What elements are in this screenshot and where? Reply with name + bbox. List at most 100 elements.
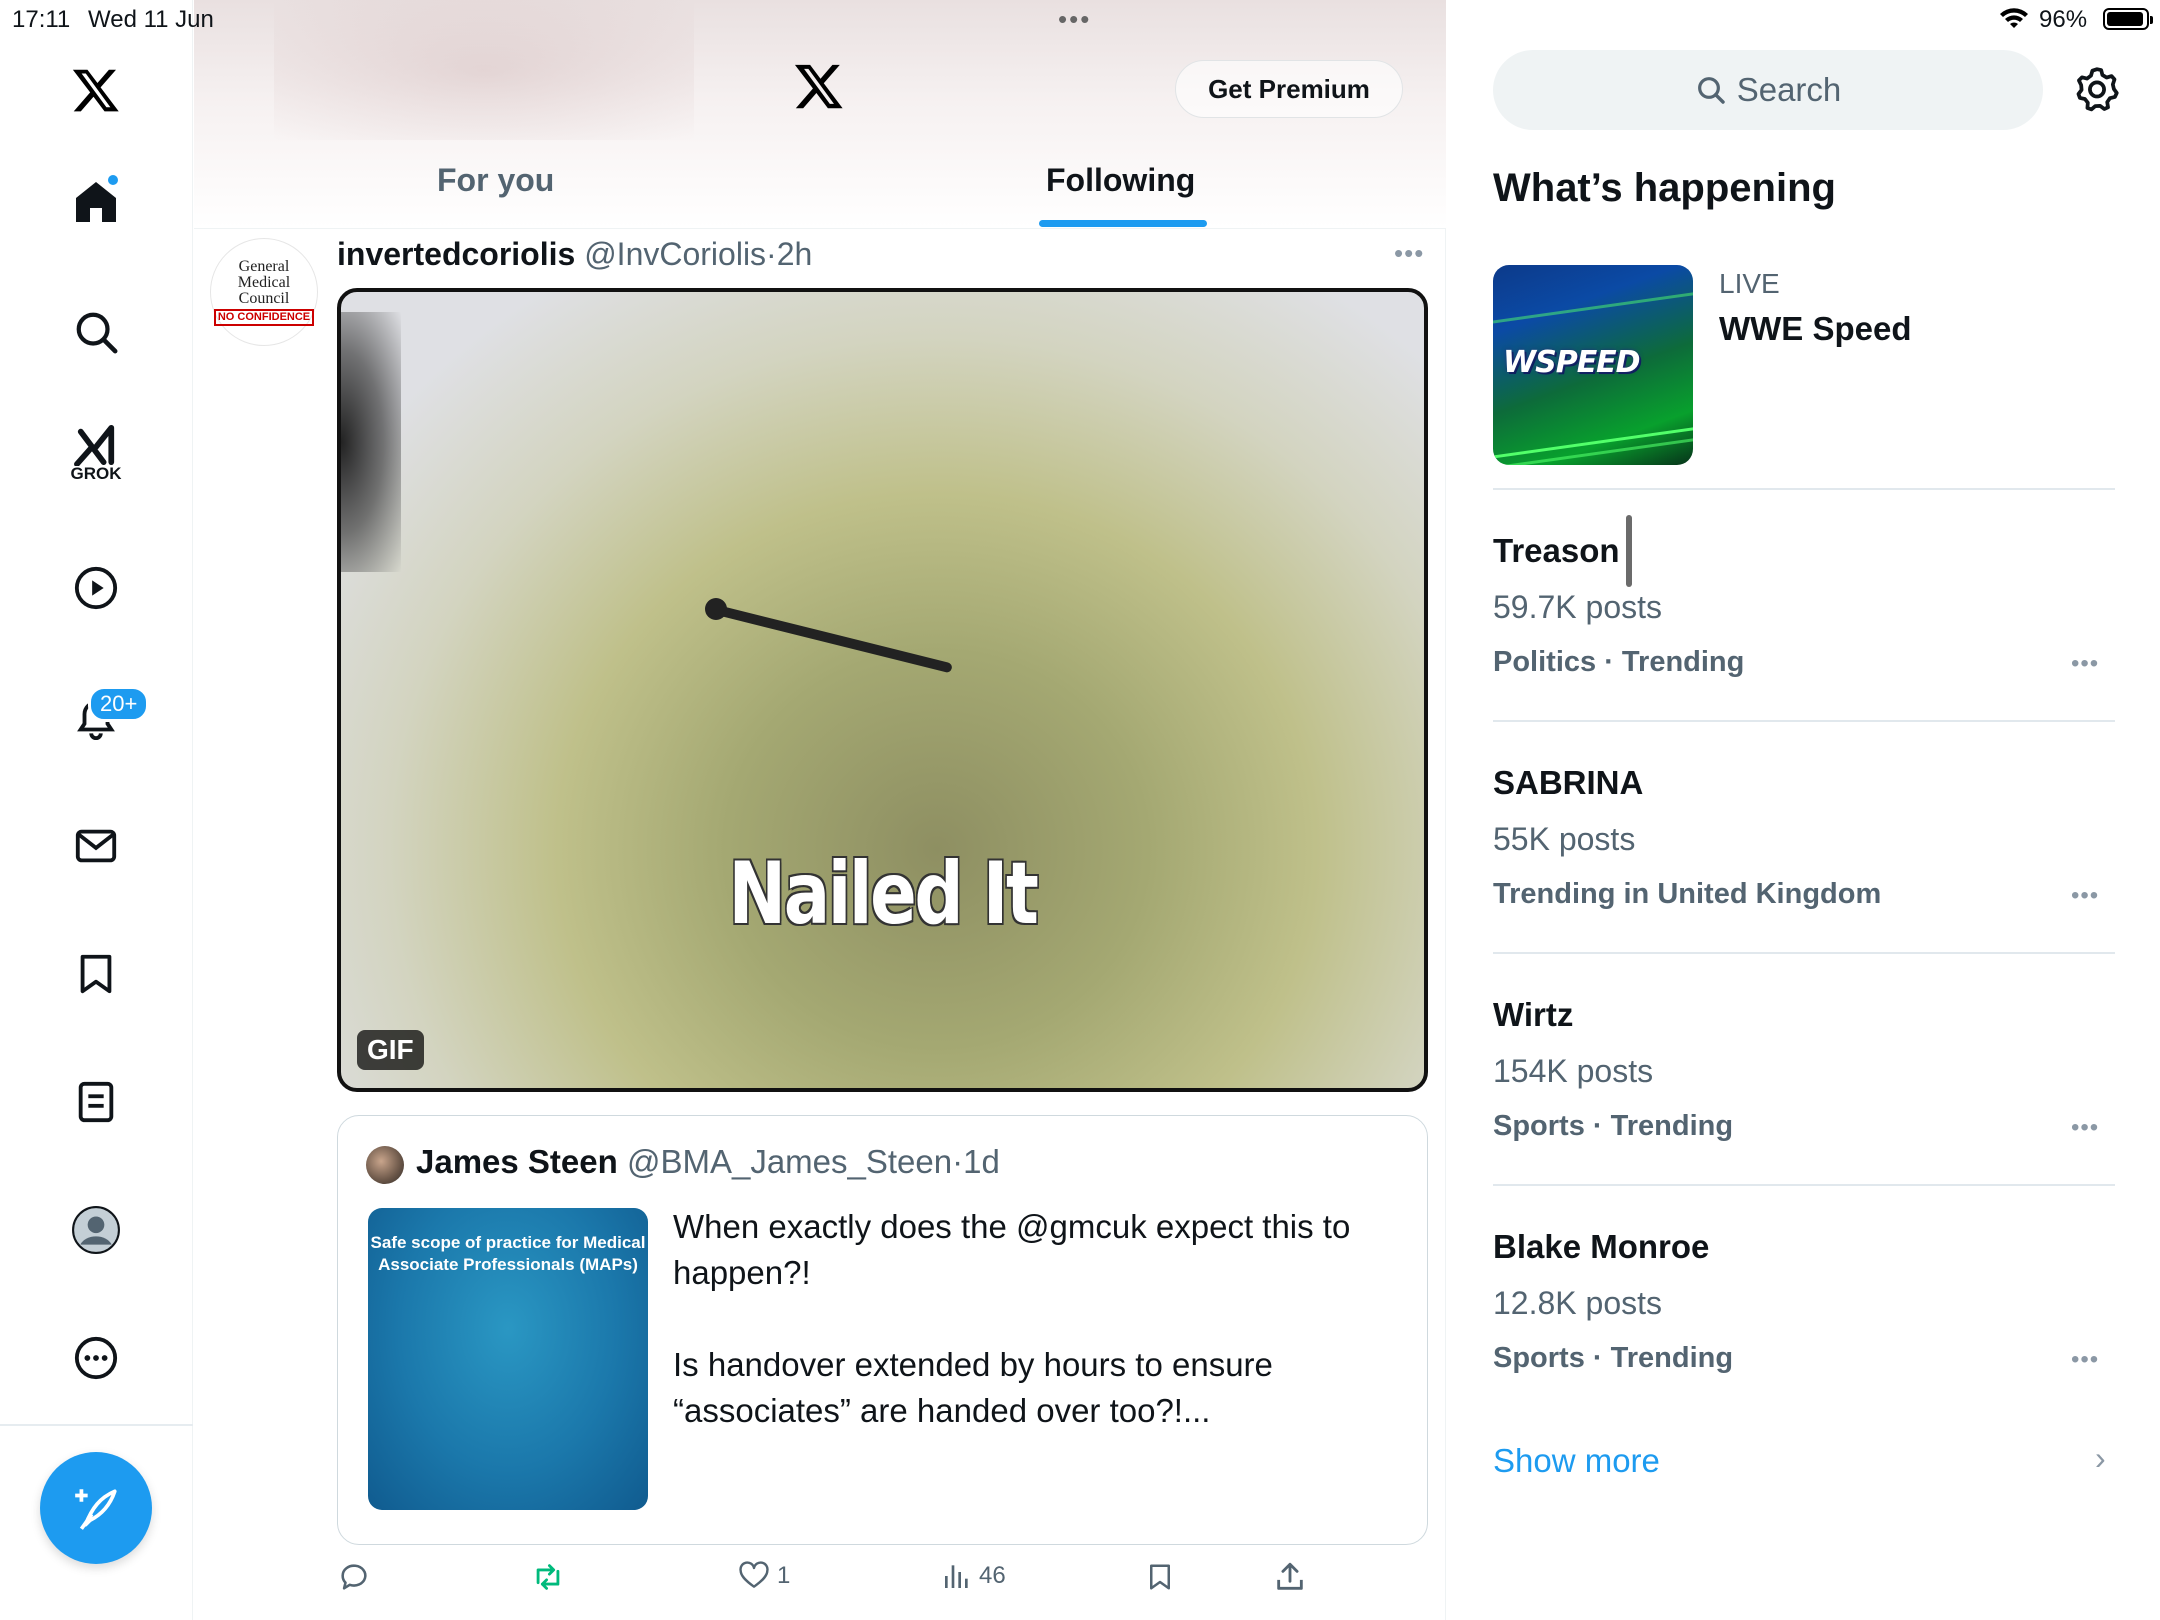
trend-category: Politics · Trending bbox=[1493, 646, 1745, 678]
quoted-post[interactable]: James Steen @BMA_James_Steen·1d Safe sco… bbox=[337, 1115, 1428, 1545]
search-icon bbox=[1697, 77, 1725, 104]
avatar-text-line: Medical bbox=[237, 273, 291, 291]
trend-name[interactable]: Blake Monroe bbox=[1493, 1228, 1709, 1266]
bookmark-post-button[interactable] bbox=[1145, 1560, 1175, 1594]
tab-following[interactable]: Following bbox=[1046, 162, 1195, 199]
quote-separator: · bbox=[952, 1143, 964, 1180]
notifications-badge: 20+ bbox=[88, 686, 150, 722]
gear-icon[interactable] bbox=[2072, 64, 2122, 114]
like-button[interactable]: 1 bbox=[737, 1560, 790, 1592]
avatar-stamp: NO CONFIDENCE bbox=[213, 308, 315, 326]
bookmark-icon bbox=[1150, 1564, 1170, 1590]
trend-name[interactable]: Treason bbox=[1493, 532, 1620, 570]
trend-name[interactable]: Wirtz bbox=[1493, 996, 1573, 1034]
trend-more-icon[interactable]: ••• bbox=[2071, 882, 2099, 910]
battery-percent: 96% bbox=[2039, 6, 2088, 33]
grok-icon[interactable]: GROK bbox=[66, 424, 126, 484]
live-event-thumbnail[interactable]: WSPEED bbox=[1493, 265, 1693, 465]
lists-icon[interactable] bbox=[66, 1072, 126, 1132]
quote-header: James Steen @BMA_James_Steen·1d bbox=[416, 1143, 1000, 1181]
quote-text: When exactly does the @gmcuk expect this… bbox=[673, 1204, 1403, 1480]
compose-icon bbox=[75, 1489, 117, 1530]
compose-button[interactable] bbox=[40, 1452, 152, 1564]
x-logo-icon[interactable] bbox=[792, 60, 846, 112]
gif-shadow bbox=[341, 312, 401, 572]
like-icon bbox=[739, 1561, 769, 1588]
gif-nail bbox=[711, 604, 953, 674]
grok-label: GROK bbox=[70, 464, 122, 483]
quote-avatar[interactable] bbox=[366, 1146, 404, 1184]
share-icon bbox=[1277, 1562, 1303, 1590]
trend-more-icon[interactable]: ••• bbox=[2071, 650, 2099, 678]
wifi-icon bbox=[2000, 8, 2028, 28]
status-date: Wed 11 Jun bbox=[88, 6, 214, 33]
repost-button[interactable] bbox=[530, 1560, 566, 1594]
quote-text-paragraph: Is handover extended by hours to ensure … bbox=[673, 1346, 1273, 1429]
post-more-icon[interactable]: ••• bbox=[1394, 238, 1424, 269]
trend-post-count: 154K posts bbox=[1493, 1053, 1654, 1089]
reply-button[interactable] bbox=[337, 1560, 371, 1594]
x-logo-icon[interactable] bbox=[66, 60, 126, 120]
post-author-handle[interactable]: @InvCoriolis bbox=[584, 236, 766, 272]
mail-icon[interactable] bbox=[66, 816, 126, 876]
bookmark-icon[interactable] bbox=[66, 944, 126, 1004]
live-event-title[interactable]: WWE Speed bbox=[1719, 310, 1912, 348]
more-icon[interactable] bbox=[66, 1328, 126, 1388]
trend-category: Sports · Trending bbox=[1493, 1110, 1734, 1142]
right-sidebar: Search What’s happening WSPEED LIVE WWE … bbox=[1447, 0, 2160, 1620]
section-divider bbox=[1493, 952, 2115, 954]
post-author-name[interactable]: invertedcoriolis bbox=[337, 236, 575, 272]
show-more-link[interactable]: Show more bbox=[1493, 1442, 1660, 1480]
trend-more-icon[interactable]: ••• bbox=[2071, 1114, 2099, 1142]
trend-more-icon[interactable]: ••• bbox=[2071, 1346, 2099, 1374]
status-bar: 17:11 Wed 11 Jun ••• 96% bbox=[0, 0, 2160, 40]
post-separator: · bbox=[766, 236, 777, 272]
reply-icon bbox=[341, 1564, 367, 1590]
trend-post-count: 59.7K posts bbox=[1493, 589, 1662, 625]
views-icon bbox=[945, 1565, 968, 1588]
get-premium-button[interactable]: Get Premium bbox=[1175, 60, 1403, 118]
post-gif[interactable]: Nailed It GIF bbox=[337, 288, 1428, 1092]
avatar-text-line: Council bbox=[238, 289, 290, 307]
thumbnail-speed-text: SPEED bbox=[1535, 345, 1640, 380]
avatar-text-line: General bbox=[238, 257, 290, 275]
tab-for-you[interactable]: For you bbox=[437, 162, 554, 199]
post-time[interactable]: 2h bbox=[777, 236, 813, 272]
video-icon[interactable] bbox=[66, 558, 126, 618]
search-input[interactable]: Search bbox=[1493, 50, 2043, 130]
multitasking-dots-icon[interactable]: ••• bbox=[1058, 4, 1091, 35]
post-actions: 1 46 bbox=[337, 1560, 1428, 1610]
thumbnail-stripe bbox=[1493, 432, 1693, 465]
trend-category: Sports · Trending bbox=[1493, 1342, 1734, 1374]
quote-author-name: James Steen bbox=[416, 1143, 618, 1180]
thumbnail-stripe bbox=[1493, 286, 1693, 327]
gif-caption: Nailed It bbox=[728, 844, 1039, 944]
trend-category: Trending in United Kingdom bbox=[1493, 878, 1882, 910]
post-header: invertedcoriolis @InvCoriolis·2h bbox=[337, 236, 812, 273]
timeline-column: Get Premium For you Following General Me… bbox=[194, 0, 1632, 1620]
chevron-right-icon[interactable]: › bbox=[2095, 1440, 2106, 1477]
search-icon[interactable] bbox=[66, 302, 126, 362]
left-nav: GROK 20+ bbox=[0, 0, 193, 1620]
quote-image[interactable]: Safe scope of practice for Medical Assoc… bbox=[368, 1208, 648, 1510]
nav-divider bbox=[0, 1424, 193, 1426]
live-label: LIVE bbox=[1719, 268, 1780, 299]
like-count: 1 bbox=[777, 1562, 791, 1589]
quote-time: 1d bbox=[963, 1143, 1000, 1180]
trend-name[interactable]: SABRINA bbox=[1493, 764, 1643, 802]
trend-post-count: 12.8K posts bbox=[1493, 1285, 1662, 1321]
views-button[interactable]: 46 bbox=[941, 1560, 1006, 1592]
section-divider bbox=[1493, 720, 2115, 722]
battery-icon bbox=[2103, 8, 2153, 30]
post-avatar[interactable]: General Medical Council NO CONFIDENCE bbox=[210, 238, 318, 346]
gif-badge: GIF bbox=[357, 1030, 424, 1070]
thumbnail-logo-text: WSPEED bbox=[1503, 345, 1641, 380]
status-time: 17:11 bbox=[12, 6, 71, 33]
trend-post-count: 55K posts bbox=[1493, 821, 1636, 857]
profile-icon[interactable] bbox=[66, 1200, 126, 1260]
tabs-divider bbox=[194, 228, 1446, 229]
quote-author-handle: @BMA_James_Steen bbox=[626, 1143, 953, 1180]
share-button[interactable] bbox=[1273, 1560, 1307, 1594]
home-unread-dot bbox=[106, 173, 120, 187]
repost-icon bbox=[536, 1564, 560, 1590]
